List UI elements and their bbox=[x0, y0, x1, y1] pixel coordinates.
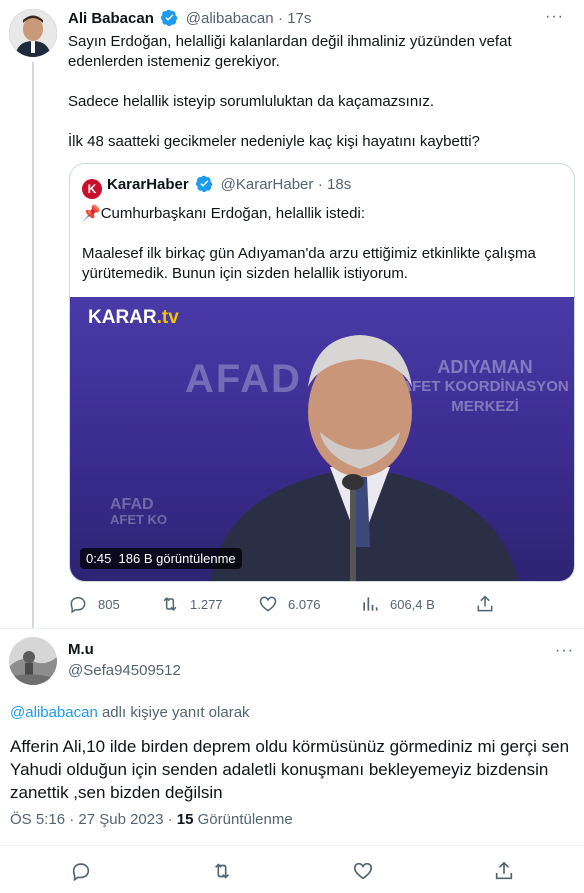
replying-to: @alibabacan adlı kişiye yanıt olarak bbox=[10, 704, 250, 721]
share-icon bbox=[495, 861, 513, 880]
karar-tv-brand: KARAR bbox=[88, 307, 157, 328]
reply-button[interactable] bbox=[70, 860, 92, 887]
retweet-count: 1.277 bbox=[190, 596, 223, 612]
like-button[interactable] bbox=[352, 860, 374, 887]
quoted-line-2: Maalesef ilk birkaç gün Adıyaman'da arzu… bbox=[82, 245, 536, 282]
quoted-tweet-text: 📌Cumhurbaşkanı Erdoğan, helallik istedi:… bbox=[82, 204, 562, 304]
reply-meta: ÖS 5:16 · 27 Şub 2023 · 15 Görüntülenme bbox=[10, 811, 293, 828]
quoted-tweet[interactable]: K KararHaber @KararHaber · 18s 📌Cumhurbaş… bbox=[69, 163, 575, 582]
tweet-text: Sayın Erdoğan, helalliği kalanlardan değ… bbox=[68, 32, 548, 172]
reply-count: 805 bbox=[98, 596, 120, 612]
views-button[interactable]: 606,4 B bbox=[360, 594, 435, 614]
like-button[interactable]: 6.076 bbox=[258, 594, 321, 614]
reply-author-avatar[interactable] bbox=[9, 637, 57, 685]
video-duration-badge: 0:45 186 B görüntülenme bbox=[80, 548, 242, 569]
reply-view-label: Görüntülenme bbox=[193, 811, 293, 828]
verified-badge-icon bbox=[196, 175, 213, 197]
author-avatar-photo bbox=[9, 9, 57, 57]
like-count: 6.076 bbox=[288, 596, 321, 612]
reply-author-name[interactable]: M.u bbox=[68, 641, 94, 658]
quoted-author-name: KararHaber bbox=[107, 176, 189, 193]
author-avatar[interactable] bbox=[9, 9, 57, 57]
quoted-tweet-time: · 18s bbox=[317, 176, 352, 193]
video-bg-left-caption: AFAD AFET KO bbox=[110, 496, 168, 528]
reply-action-bar bbox=[0, 858, 584, 884]
retweet-icon bbox=[214, 863, 230, 879]
video-player[interactable]: KARAR.tv AFAD ADIYAMAN AFET KOORDİNASYON… bbox=[70, 297, 574, 581]
more-options-icon[interactable]: ··· bbox=[545, 8, 564, 26]
share-button[interactable] bbox=[493, 860, 515, 887]
share-icon bbox=[477, 595, 493, 612]
heart-icon bbox=[353, 862, 373, 880]
retweet-button[interactable]: 1.277 bbox=[160, 594, 223, 614]
views-count: 606,4 B bbox=[390, 596, 435, 612]
tweet-time[interactable]: · 17s bbox=[278, 10, 311, 27]
author-handle[interactable]: @alibabacan bbox=[186, 10, 274, 27]
video-bg-line: AFET KO bbox=[110, 512, 168, 527]
verified-badge-icon bbox=[161, 9, 178, 31]
video-duration: 0:45 bbox=[86, 551, 112, 566]
reply-view-count: 15 bbox=[176, 811, 194, 828]
reply-icon bbox=[72, 863, 90, 882]
replying-to-handle[interactable]: @alibabacan bbox=[10, 704, 98, 721]
heart-icon bbox=[259, 596, 277, 612]
analytics-icon bbox=[363, 597, 378, 611]
speaker-figure bbox=[210, 335, 519, 581]
author-name[interactable]: Ali Babacan bbox=[68, 10, 154, 27]
tweet-paragraph: İlk 48 saatteki gecikmeler nedeniyle kaç… bbox=[68, 133, 480, 150]
tweet-header: Ali Babacan @alibabacan · 17s bbox=[68, 9, 311, 31]
tweet-paragraph: Sayın Erdoğan, helalliği kalanlardan değ… bbox=[68, 33, 512, 70]
karar-tv-suffix: .tv bbox=[156, 307, 179, 328]
video-bg-line: AFAD bbox=[110, 496, 154, 513]
share-button[interactable] bbox=[475, 594, 505, 614]
reply-more-options-icon[interactable]: ··· bbox=[555, 642, 574, 660]
reply-text: Afferin Ali,10 ilde birden deprem oldu k… bbox=[10, 737, 570, 802]
reply-avatar-photo bbox=[9, 637, 57, 685]
tweet-divider bbox=[0, 628, 584, 629]
reply-icon bbox=[70, 597, 86, 614]
replying-to-label: adlı kişiye yanıt olarak bbox=[97, 704, 250, 721]
pushpin-icon: 📌 bbox=[82, 205, 101, 222]
thread-connector-line bbox=[32, 62, 34, 629]
karar-tv-logo: KARAR.tv bbox=[88, 307, 179, 329]
retweet-button[interactable] bbox=[211, 860, 233, 887]
tweet-action-bar: 805 1.277 6.076 606,4 B bbox=[68, 594, 498, 616]
reply-author-handle[interactable]: @Sefa94509512 bbox=[68, 662, 181, 679]
reply-divider bbox=[0, 845, 584, 846]
tweet-paragraph: Sadece helallik isteyip sorumluluktan da… bbox=[68, 93, 435, 110]
quoted-author-handle: @KararHaber bbox=[220, 176, 314, 193]
quoted-tweet-header: K KararHaber @KararHaber · 18s bbox=[82, 175, 351, 199]
reply-button[interactable]: 805 bbox=[68, 594, 120, 614]
retweet-icon bbox=[163, 597, 177, 611]
kararhaber-logo-icon: K bbox=[82, 179, 102, 199]
quoted-line-1: Cumhurbaşkanı Erdoğan, helallik istedi: bbox=[100, 205, 365, 222]
video-views: 186 B görüntülenme bbox=[118, 551, 236, 566]
reply-timestamp[interactable]: ÖS 5:16 · 27 Şub 2023 · bbox=[10, 811, 177, 828]
